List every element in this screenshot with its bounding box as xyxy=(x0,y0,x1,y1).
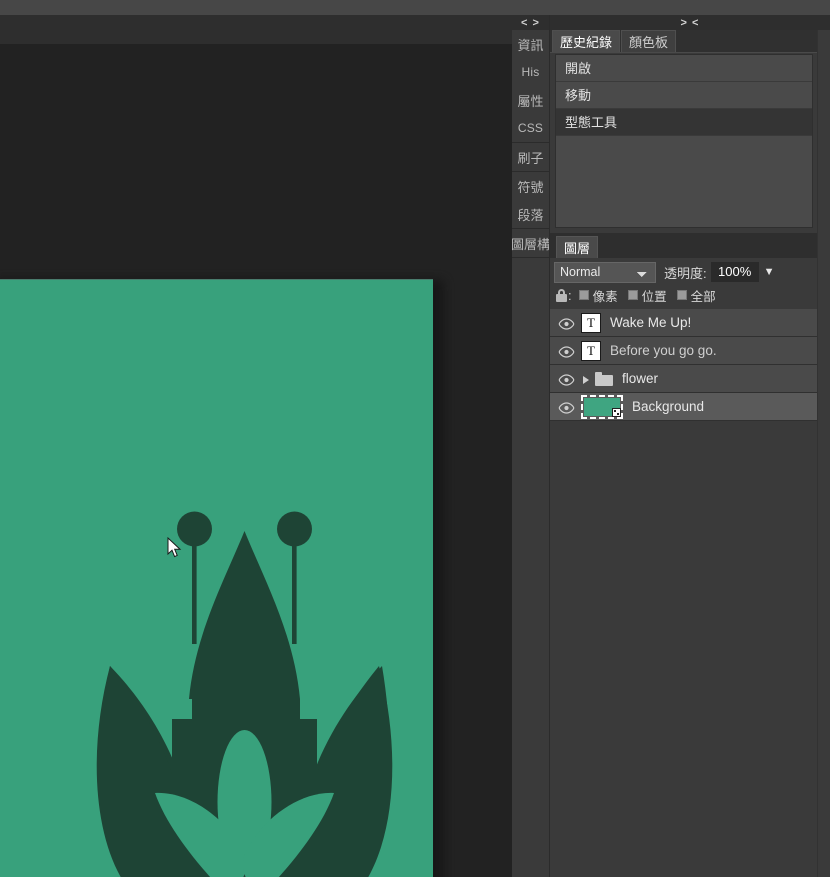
layer-blend-row: Normal Dissolve Multiply Screen Overlay … xyxy=(550,258,830,284)
blend-mode-select[interactable]: Normal Dissolve Multiply Screen Overlay xyxy=(554,261,656,283)
chevron-right-icon[interactable] xyxy=(581,373,591,385)
chevron-down-icon[interactable]: ▼ xyxy=(764,266,775,278)
eye-icon[interactable] xyxy=(558,345,575,358)
rail-item-properties[interactable]: 屬性 xyxy=(512,86,549,114)
dock-scrollbar[interactable] xyxy=(817,30,830,877)
text-layer-icon: T xyxy=(581,312,601,333)
table-row[interactable]: T Before you go go. xyxy=(550,337,830,365)
tab-swatches[interactable]: 顏色板 xyxy=(621,30,677,52)
eye-icon[interactable] xyxy=(558,317,575,330)
opacity-input[interactable]: 100% xyxy=(710,262,759,282)
lock-pixels-option[interactable]: 像素 xyxy=(578,286,618,305)
layer-lock-row: : 像素 位置 全部 xyxy=(550,284,830,306)
layer-name: Background xyxy=(632,399,705,414)
options-bar xyxy=(0,15,512,44)
history-empty-area xyxy=(556,136,812,192)
lock-icon xyxy=(556,288,567,302)
history-panel: 歷史紀錄 顏色板 開啟 移動 型態工具 xyxy=(550,30,830,233)
lock-all-label: 全部 xyxy=(690,289,716,304)
checkbox-icon[interactable] xyxy=(627,290,638,300)
history-list[interactable]: 開啟 移動 型態工具 xyxy=(555,54,813,228)
rail-expand-handle[interactable]: < > xyxy=(512,15,549,30)
layers-panel: 圖層 Normal Dissolve Multiply Screen Overl… xyxy=(550,233,830,877)
layer-thumbnail[interactable] xyxy=(581,394,623,419)
rail-item-brushes[interactable]: 刷子 xyxy=(512,143,549,171)
lock-pixels-label: 像素 xyxy=(592,289,618,304)
layer-name: Wake Me Up! xyxy=(610,315,692,330)
rail-item-css[interactable]: CSS xyxy=(512,114,549,142)
rail-item-history[interactable]: His xyxy=(512,58,549,86)
history-item-open[interactable]: 開啟 xyxy=(556,55,812,82)
rail-item-paragraph[interactable]: 段落 xyxy=(512,200,549,228)
canvas[interactable] xyxy=(0,279,433,877)
lock-all-option[interactable]: 全部 xyxy=(676,286,716,305)
lock-position-option[interactable]: 位置 xyxy=(627,286,667,305)
collapsed-panel-rail: < > 資訊 His 屬性 CSS 刷子 符號 段落 圖層構 xyxy=(512,15,550,877)
dock-collapse-bar[interactable]: > < xyxy=(550,15,830,30)
table-row[interactable]: Background xyxy=(550,393,830,421)
tab-history[interactable]: 歷史紀錄 xyxy=(552,30,621,52)
layer-name: Before you go go. xyxy=(610,343,717,358)
opacity-label: 透明度: xyxy=(664,265,707,281)
document-area[interactable] xyxy=(0,138,512,877)
flower-artwork xyxy=(0,279,433,877)
folder-icon xyxy=(595,371,613,386)
lock-colon: : xyxy=(568,287,572,303)
eye-icon[interactable] xyxy=(558,401,575,414)
history-tabrow: 歷史紀錄 顏色板 xyxy=(550,30,830,53)
link-indicator-icon xyxy=(612,407,621,417)
layer-name: flower xyxy=(622,371,659,386)
history-item-move[interactable]: 移動 xyxy=(556,82,812,109)
table-row[interactable]: T Wake Me Up! xyxy=(550,309,830,337)
checkbox-icon[interactable] xyxy=(676,290,687,300)
checkbox-icon[interactable] xyxy=(578,290,589,300)
rail-item-layer-comps[interactable]: 圖層構 xyxy=(512,229,549,257)
tab-layers[interactable]: 圖層 xyxy=(556,236,599,258)
tab-strip-area xyxy=(0,44,512,138)
right-dock: > < 歷史紀錄 顏色板 開啟 移動 型態工具 圖層 Normal Di xyxy=(550,15,830,877)
history-item-shape-tool[interactable]: 型態工具 xyxy=(556,109,812,136)
layers-tabrow: 圖層 xyxy=(550,233,830,258)
text-layer-icon: T xyxy=(581,340,601,361)
lotus-flower-graphic xyxy=(96,511,393,877)
eye-icon[interactable] xyxy=(558,373,575,386)
window-titlebar xyxy=(0,0,830,15)
layer-list[interactable]: T Wake Me Up! T Before you go go. flower… xyxy=(550,309,830,877)
table-row[interactable]: flower xyxy=(550,365,830,393)
rail-item-symbols[interactable]: 符號 xyxy=(512,172,549,200)
rail-item-info[interactable]: 資訊 xyxy=(512,30,549,58)
lock-position-label: 位置 xyxy=(641,289,667,304)
rail-divider-4 xyxy=(512,257,549,258)
photo-editor-window: < > 資訊 His 屬性 CSS 刷子 符號 段落 圖層構 > < 歷史紀錄 … xyxy=(0,0,830,877)
